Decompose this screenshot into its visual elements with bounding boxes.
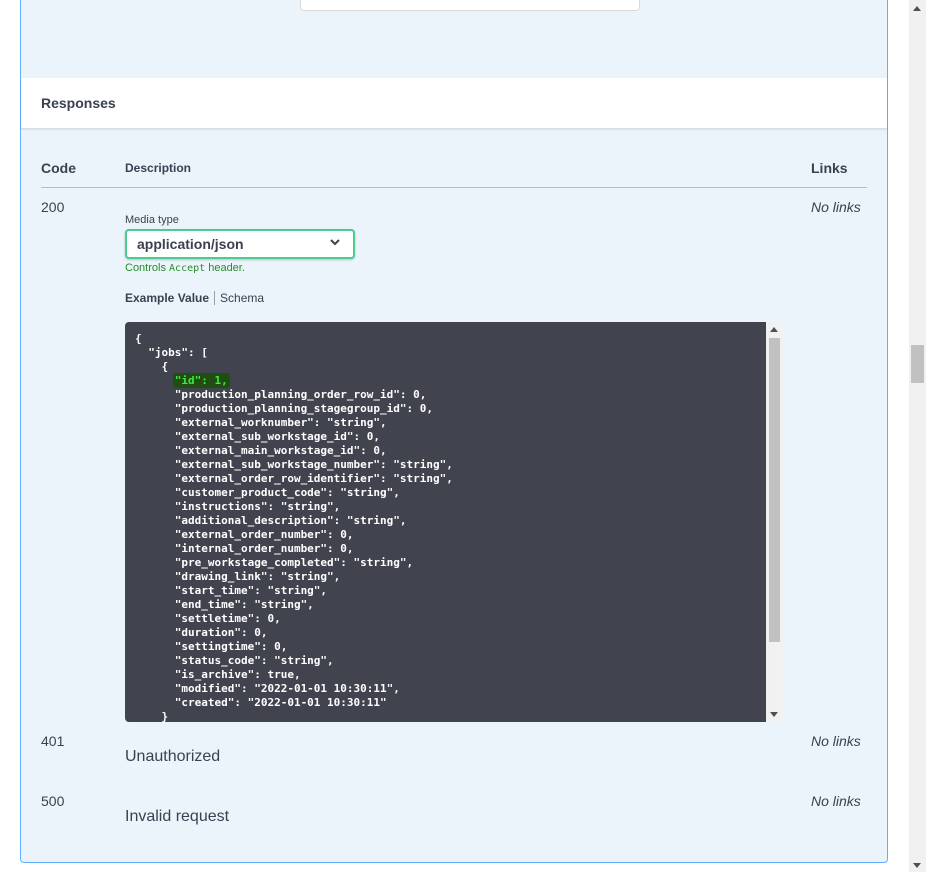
media-type-label: Media type <box>125 214 179 226</box>
request-body-textarea-bottom[interactable] <box>300 0 640 11</box>
controls-accept-code: Accept <box>169 263 206 274</box>
column-header-links: Links <box>811 160 848 176</box>
code-scroll-down-icon[interactable] <box>770 712 778 717</box>
response-code-500: 500 <box>41 793 65 809</box>
response-links-200: No links <box>811 199 861 215</box>
page-scrollbar[interactable] <box>909 0 926 872</box>
controls-prefix: Controls <box>125 262 170 274</box>
response-links-401: No links <box>811 733 861 749</box>
media-type-value: application/json <box>137 236 244 252</box>
responses-header: Responses <box>21 78 887 129</box>
page-scroll-down-icon[interactable] <box>913 863 921 868</box>
example-tabs: Example Value Schema <box>125 291 264 305</box>
operation-panel: Responses Code Description Links 200 No … <box>20 0 888 863</box>
example-json-rest: "production_planning_order_row_id": 0, "… <box>161 388 453 722</box>
code-scroll-up-icon[interactable] <box>770 327 778 332</box>
response-code-401: 401 <box>41 733 65 749</box>
column-header-code: Code <box>41 160 76 176</box>
media-type-select[interactable]: application/json <box>125 229 355 259</box>
responses-title: Responses <box>41 95 116 111</box>
example-json-highlight: "id": 1, <box>172 373 230 388</box>
example-json: { "jobs": [ { "id": 1, "production_plann… <box>125 322 766 722</box>
code-scroll-thumb[interactable] <box>769 338 780 642</box>
page-scroll-thumb[interactable] <box>911 345 924 383</box>
tab-example-value[interactable]: Example Value <box>125 291 216 305</box>
response-code-200: 200 <box>41 199 65 215</box>
column-header-description: Description <box>125 161 192 175</box>
chevron-down-icon <box>330 239 340 246</box>
response-description-500: Invalid request <box>125 808 230 825</box>
tab-schema[interactable]: Schema <box>215 291 264 305</box>
controls-suffix: header. <box>205 262 245 274</box>
response-links-500: No links <box>811 793 861 809</box>
controls-accept-note: Controls Accept header. <box>125 262 245 274</box>
table-header-divider <box>41 187 867 188</box>
example-value-code[interactable]: { "jobs": [ { "id": 1, "production_plann… <box>125 322 766 722</box>
page-scroll-up-icon[interactable] <box>913 6 921 11</box>
response-description-401: Unauthorized <box>125 748 221 765</box>
code-scrollbar[interactable] <box>766 322 783 722</box>
